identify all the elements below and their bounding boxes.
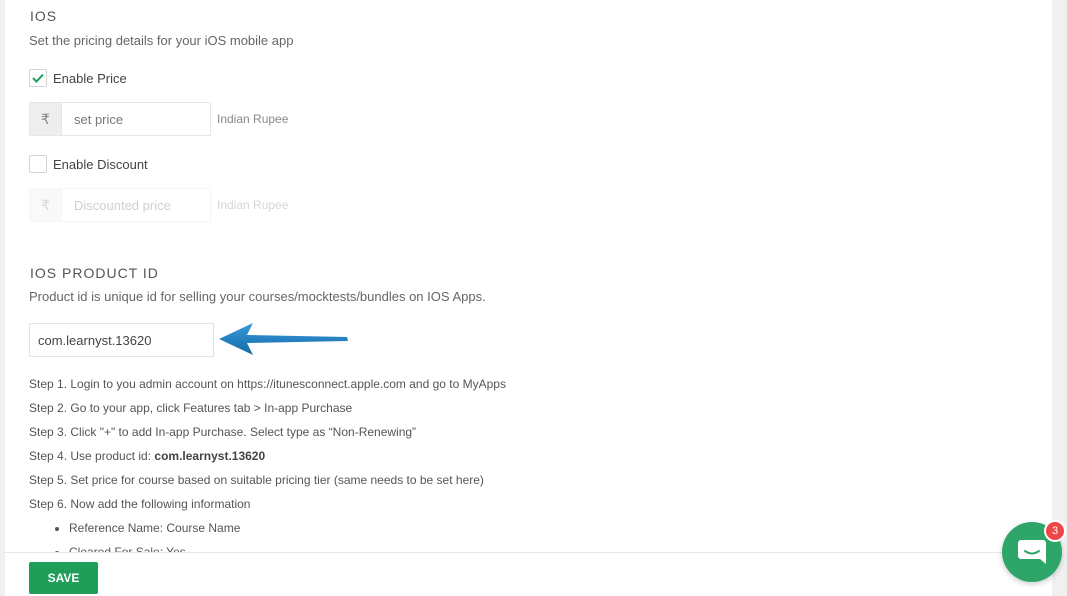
ios-settings-panel: IOS Set the pricing details for your iOS… <box>5 0 1052 596</box>
save-button[interactable]: SAVE <box>29 562 98 594</box>
price-currency-label: Indian Rupee <box>217 112 289 126</box>
footer-bar: SAVE <box>5 552 1052 596</box>
enable-price-label: Enable Price <box>53 70 127 86</box>
step-2: Step 2. Go to your app, click Features t… <box>29 401 353 415</box>
step-1: Step 1. Login to you admin account on ht… <box>29 377 506 391</box>
price-input[interactable] <box>62 102 211 136</box>
discount-price-input <box>62 188 211 222</box>
setup-steps: Step 1. Login to you admin account on ht… <box>29 374 506 566</box>
step-4-product-id: com.learnyst.13620 <box>154 449 266 463</box>
ios-product-id-title: IOS PRODUCT ID <box>30 265 159 281</box>
enable-discount-checkbox[interactable] <box>29 155 47 173</box>
step-3: Step 3. Click "+" to add In-app Purchase… <box>29 425 417 439</box>
rupee-icon: ₹ <box>29 188 62 222</box>
price-input-group: ₹ Indian Rupee <box>29 102 288 136</box>
rupee-icon: ₹ <box>29 102 62 136</box>
discount-currency-label: Indian Rupee <box>217 198 289 212</box>
ios-section-title: IOS <box>30 8 58 24</box>
step-6: Step 6. Now add the following informatio… <box>29 497 251 511</box>
list-item: Reference Name: Course Name <box>69 518 506 542</box>
enable-discount-label: Enable Discount <box>53 156 148 172</box>
enable-price-row[interactable]: Enable Price <box>29 69 127 87</box>
ios-section-description: Set the pricing details for your iOS mob… <box>29 33 294 48</box>
step-4-prefix: Step 4. Use product id: <box>29 449 155 463</box>
chat-bubble-icon <box>1018 540 1046 564</box>
product-id-input[interactable] <box>29 323 214 357</box>
arrow-pointer-icon <box>219 323 348 355</box>
discount-input-group: ₹ Indian Rupee <box>29 188 288 222</box>
enable-discount-row[interactable]: Enable Discount <box>29 155 148 173</box>
ios-product-id-description: Product id is unique id for selling your… <box>29 289 486 304</box>
check-icon <box>32 73 44 83</box>
step-5: Step 5. Set price for course based on su… <box>29 473 484 487</box>
notification-badge: 3 <box>1044 520 1066 542</box>
step-4: Step 4. Use product id: com.learnyst.136… <box>29 446 506 470</box>
enable-price-checkbox[interactable] <box>29 69 47 87</box>
